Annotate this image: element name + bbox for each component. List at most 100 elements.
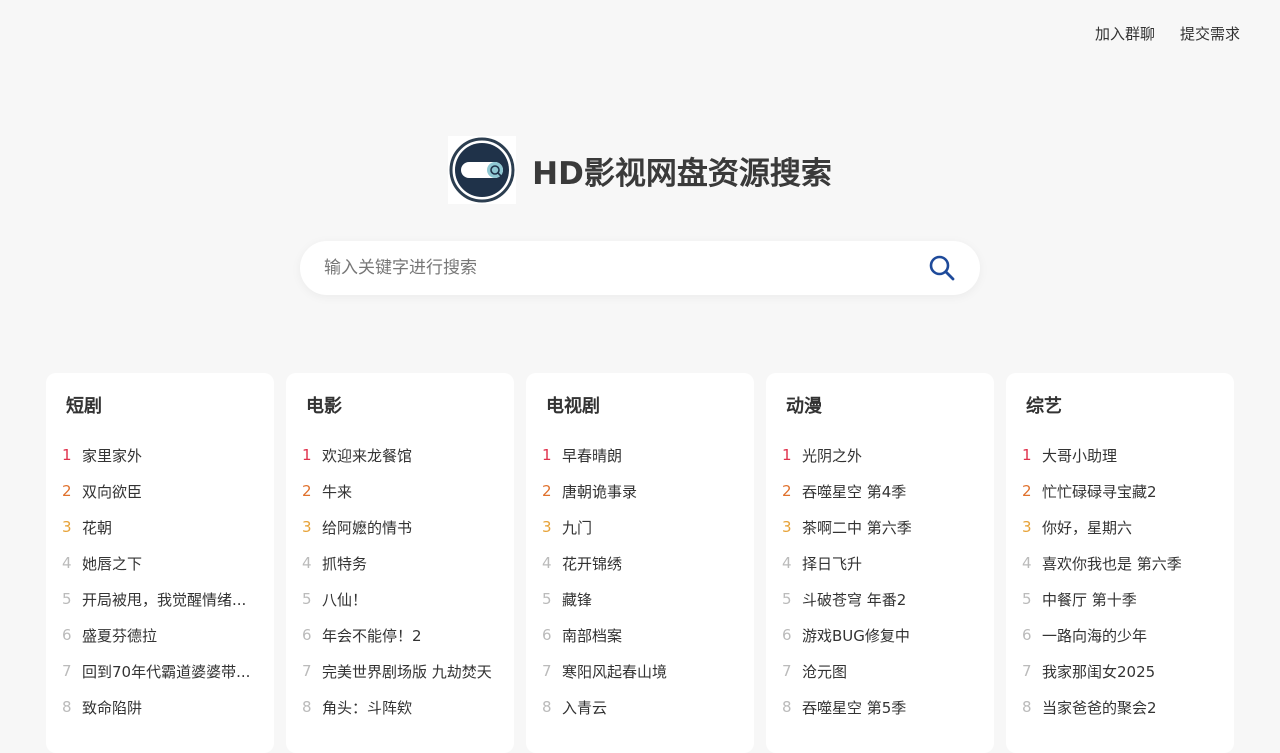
category-card-anime: 动漫 1 光阴之外 2 吞噬星空 第4季 3 茶啊二中 第六季 4 择日飞升 5 斗破苍穹… <box>766 373 994 753</box>
item-title[interactable]: 择日飞升 <box>802 553 862 574</box>
rank-number: 8 <box>542 698 552 716</box>
list-item[interactable]: 1 大哥小助理 <box>1022 437 1214 473</box>
rank-number: 7 <box>62 662 72 680</box>
item-title[interactable]: 开局被甩，我觉醒情绪... <box>82 589 246 610</box>
submit-request-link[interactable]: 提交需求 <box>1180 22 1240 46</box>
category-title: 综艺 <box>1026 396 1062 417</box>
item-title[interactable]: 寒阳风起春山境 <box>562 661 667 682</box>
rank-number: 5 <box>1022 590 1032 608</box>
rank-number: 7 <box>542 662 552 680</box>
item-title[interactable]: 大哥小助理 <box>1042 445 1117 466</box>
list-item[interactable]: 2 吞噬星空 第4季 <box>782 473 974 509</box>
item-title[interactable]: 八仙！ <box>322 589 367 610</box>
item-title[interactable]: 她唇之下 <box>82 553 142 574</box>
item-title[interactable]: 茶啊二中 第六季 <box>802 517 912 538</box>
list-item[interactable]: 5 藏锋 <box>542 581 734 617</box>
item-title[interactable]: 花朝 <box>82 517 112 538</box>
item-title[interactable]: 盛夏芬德拉 <box>82 625 157 646</box>
list-item[interactable]: 3 给阿嬷的情书 <box>302 509 494 545</box>
rank-number: 1 <box>1022 446 1032 464</box>
list-item[interactable]: 6 年会不能停！2 <box>302 617 494 653</box>
list-item[interactable]: 6 游戏BUG修复中 <box>782 617 974 653</box>
list-item[interactable]: 6 一路向海的少年 <box>1022 617 1214 653</box>
rank-number: 4 <box>542 554 552 572</box>
item-title[interactable]: 我家那闺女2025 <box>1042 661 1155 682</box>
list-item[interactable]: 2 忙忙碌碌寻宝藏2 <box>1022 473 1214 509</box>
item-title[interactable]: 花开锦绣 <box>562 553 622 574</box>
item-title[interactable]: 牛来 <box>322 481 352 502</box>
rank-number: 8 <box>62 698 72 716</box>
list-item[interactable]: 2 双向欲臣 <box>62 473 254 509</box>
list-item[interactable]: 5 开局被甩，我觉醒情绪... <box>62 581 254 617</box>
category-card-short-drama: 短剧 1 家里家外 2 双向欲臣 3 花朝 4 她唇之下 5 开局被甩，我觉醒情绪... … <box>46 373 274 753</box>
item-title[interactable]: 早春晴朗 <box>562 445 622 466</box>
list-item[interactable]: 6 南部档案 <box>542 617 734 653</box>
item-title[interactable]: 沧元图 <box>802 661 847 682</box>
category-title: 电影 <box>306 396 342 417</box>
list-item[interactable]: 3 你好，星期六 <box>1022 509 1214 545</box>
list-item[interactable]: 3 花朝 <box>62 509 254 545</box>
list-item[interactable]: 7 我家那闺女2025 <box>1022 653 1214 689</box>
rank-number: 2 <box>542 482 552 500</box>
item-title[interactable]: 欢迎来龙餐馆 <box>322 445 412 466</box>
rank-number: 3 <box>542 518 552 536</box>
category-card-movie: 电影 1 欢迎来龙餐馆 2 牛来 3 给阿嬷的情书 4 抓特务 5 八仙！ 6 年会不能停！… <box>286 373 514 753</box>
list-item[interactable]: 4 花开锦绣 <box>542 545 734 581</box>
rank-number: 6 <box>302 626 312 644</box>
item-title[interactable]: 吞噬星空 第4季 <box>802 481 906 502</box>
list-item[interactable]: 5 八仙！ <box>302 581 494 617</box>
item-title[interactable]: 年会不能停！2 <box>322 625 422 646</box>
item-title[interactable]: 回到70年代霸道婆婆带... <box>82 661 250 682</box>
list-item[interactable]: 7 完美世界剧场版 九劫焚天 <box>302 653 494 689</box>
item-title[interactable]: 光阴之外 <box>802 445 862 466</box>
join-group-link[interactable]: 加入群聊 <box>1095 22 1155 46</box>
item-title[interactable]: 唐朝诡事录 <box>562 481 637 502</box>
list-item[interactable]: 4 抓特务 <box>302 545 494 581</box>
rank-number: 3 <box>302 518 312 536</box>
item-title[interactable]: 当家爸爸的聚会2 <box>1042 697 1157 718</box>
list-item[interactable]: 3 九门 <box>542 509 734 545</box>
item-title[interactable]: 抓特务 <box>322 553 367 574</box>
list-item[interactable]: 1 光阴之外 <box>782 437 974 473</box>
list-item[interactable]: 1 家里家外 <box>62 437 254 473</box>
item-title[interactable]: 藏锋 <box>562 589 592 610</box>
item-title[interactable]: 中餐厅 第十季 <box>1042 589 1137 610</box>
item-title[interactable]: 南部档案 <box>562 625 622 646</box>
list-item[interactable]: 7 沧元图 <box>782 653 974 689</box>
search-input[interactable] <box>324 258 928 278</box>
list-item[interactable]: 2 牛来 <box>302 473 494 509</box>
list-item[interactable]: 4 择日飞升 <box>782 545 974 581</box>
list-item[interactable]: 7 寒阳风起春山境 <box>542 653 734 689</box>
list-item[interactable]: 4 喜欢你我也是 第六季 <box>1022 545 1214 581</box>
item-title[interactable]: 入青云 <box>562 697 607 718</box>
rank-number: 2 <box>1022 482 1032 500</box>
category-columns: 短剧 1 家里家外 2 双向欲臣 3 花朝 4 她唇之下 5 开局被甩，我觉醒情绪... … <box>46 373 1234 753</box>
list-item[interactable]: 7 回到70年代霸道婆婆带... <box>62 653 254 689</box>
item-title[interactable]: 给阿嬷的情书 <box>322 517 412 538</box>
item-title[interactable]: 九门 <box>562 517 592 538</box>
item-title[interactable]: 游戏BUG修复中 <box>802 625 910 646</box>
list-item[interactable]: 2 唐朝诡事录 <box>542 473 734 509</box>
item-title[interactable]: 一路向海的少年 <box>1042 625 1147 646</box>
list-item[interactable]: 5 斗破苍穹 年番2 <box>782 581 974 617</box>
list-item[interactable]: 4 她唇之下 <box>62 545 254 581</box>
list-item[interactable]: 6 盛夏芬德拉 <box>62 617 254 653</box>
item-title[interactable]: 吞噬星空 第5季 <box>802 697 906 718</box>
item-title[interactable]: 喜欢你我也是 第六季 <box>1042 553 1182 574</box>
item-title[interactable]: 致命陷阱 <box>82 697 142 718</box>
rank-number: 6 <box>1022 626 1032 644</box>
item-title[interactable]: 忙忙碌碌寻宝藏2 <box>1042 481 1157 502</box>
list-item[interactable]: 1 欢迎来龙餐馆 <box>302 437 494 473</box>
search-icon[interactable] <box>928 254 956 282</box>
item-title[interactable]: 双向欲臣 <box>82 481 142 502</box>
rank-number: 4 <box>302 554 312 572</box>
list-item[interactable]: 5 中餐厅 第十季 <box>1022 581 1214 617</box>
item-title[interactable]: 角头：斗阵欸 <box>322 697 412 718</box>
item-title[interactable]: 你好，星期六 <box>1042 517 1132 538</box>
list-item[interactable]: 1 早春晴朗 <box>542 437 734 473</box>
category-card-tv-series: 电视剧 1 早春晴朗 2 唐朝诡事录 3 九门 4 花开锦绣 5 藏锋 6 南部档案 7 寒阳… <box>526 373 754 753</box>
item-title[interactable]: 完美世界剧场版 九劫焚天 <box>322 661 492 682</box>
item-title[interactable]: 家里家外 <box>82 445 142 466</box>
list-item[interactable]: 3 茶啊二中 第六季 <box>782 509 974 545</box>
item-title[interactable]: 斗破苍穹 年番2 <box>802 589 906 610</box>
